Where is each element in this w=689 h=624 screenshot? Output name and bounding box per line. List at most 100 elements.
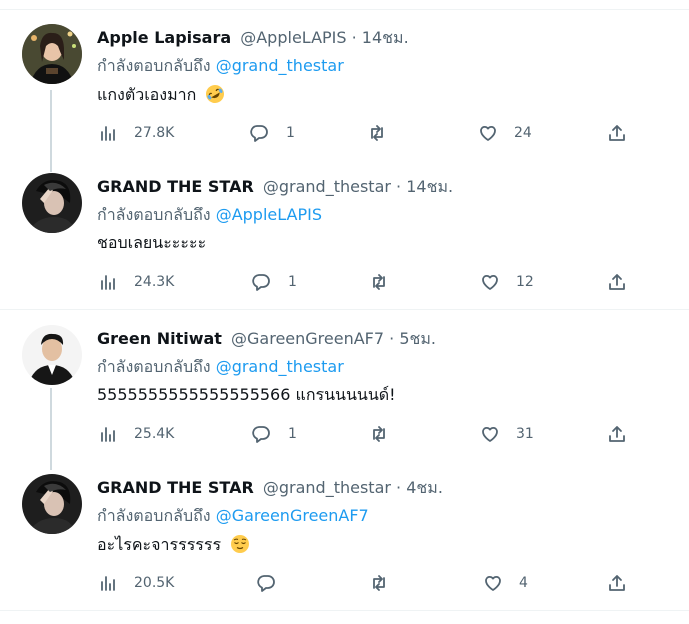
retweet-button[interactable] <box>369 422 403 446</box>
tweet-header: Green Nitiwat @GareenGreenAF7 · 5ชม. <box>97 329 436 349</box>
reply-count: 1 <box>286 125 295 141</box>
avatar-image-icon <box>22 173 82 233</box>
replying-to-label: กำลังตอบกลับถึง <box>97 56 211 75</box>
replying-to: กำลังตอบกลับถึง @GareenGreenAF7 <box>97 506 369 526</box>
views-button[interactable]: 25.4K <box>98 422 174 446</box>
retweet-button[interactable] <box>369 571 403 595</box>
avatar-image-icon <box>22 24 82 84</box>
share-icon <box>609 274 625 290</box>
header-separator: · <box>390 478 407 497</box>
tweet-text: อะไรคะจารรรรรร <box>97 534 250 555</box>
heart-icon <box>480 125 496 141</box>
reply-count: 1 <box>288 426 297 442</box>
heart-icon <box>482 426 498 442</box>
display-name[interactable]: Green Nitiwat <box>97 329 222 348</box>
share-button[interactable] <box>607 422 627 446</box>
display-name[interactable]: Apple Lapisara <box>97 28 231 47</box>
share-icon <box>609 426 625 442</box>
reply-button[interactable]: 1 <box>251 270 297 294</box>
retweet-button[interactable] <box>367 121 401 145</box>
heart-icon <box>482 274 498 290</box>
analytics-icon <box>101 275 115 290</box>
timestamp[interactable]: 4ชม. <box>406 478 443 497</box>
like-button[interactable]: 4 <box>483 571 528 595</box>
user-handle[interactable]: @grand_thestar <box>263 478 391 497</box>
tweet-body: 5555555555555555566 แกรนนนนนด์! <box>97 385 396 404</box>
analytics-icon <box>101 126 115 141</box>
tweet-body: แกงตัวเองมาก <box>97 85 197 104</box>
share-icon <box>609 575 625 591</box>
tweet-text: ชอบเลยนะะะะะ <box>97 233 206 253</box>
tweet-body: ชอบเลยนะะะะะ <box>97 233 207 252</box>
analytics-icon <box>101 576 115 591</box>
view-count: 24.3K <box>134 274 175 290</box>
avatar[interactable] <box>22 24 82 84</box>
retweet-button[interactable] <box>369 270 403 294</box>
views-button[interactable]: 20.5K <box>98 571 174 595</box>
replying-to: กำลังตอบกลับถึง @AppleLAPIS <box>97 205 322 225</box>
reply-button[interactable]: 1 <box>249 121 295 145</box>
display-name[interactable]: GRAND THE STAR <box>97 177 254 196</box>
reply-button[interactable]: 1 <box>251 422 297 446</box>
mention-link[interactable]: @AppleLAPIS <box>216 205 322 224</box>
user-handle[interactable]: @AppleLAPIS <box>240 28 346 47</box>
tweet-actions: 25.4K 1 31 <box>0 422 689 446</box>
header-separator: · <box>390 177 407 196</box>
like-button[interactable]: 12 <box>480 270 534 294</box>
tweet-text: 5555555555555555566 แกรนนนนนด์! <box>97 385 396 405</box>
tweet-header: GRAND THE STAR @grand_thestar · 4ชม. <box>97 478 443 498</box>
user-handle[interactable]: @grand_thestar <box>263 177 391 196</box>
reply-button[interactable] <box>256 571 290 595</box>
reply-icon <box>252 274 270 291</box>
share-button[interactable] <box>607 121 627 145</box>
avatar[interactable] <box>22 474 82 534</box>
thread-divider <box>0 610 689 611</box>
reply-icon <box>257 575 275 592</box>
analytics-icon <box>101 427 115 442</box>
like-button[interactable]: 31 <box>480 422 534 446</box>
views-button[interactable]: 24.3K <box>98 270 174 294</box>
reply-count: 1 <box>288 274 297 290</box>
like-count: 24 <box>514 125 532 141</box>
reply-icon <box>252 426 270 443</box>
relieved-face-emoji <box>231 535 250 553</box>
like-count: 12 <box>516 274 534 290</box>
like-count: 31 <box>516 426 534 442</box>
tweet-text: แกงตัวเองมาก <box>97 84 225 105</box>
thread-divider <box>0 309 689 310</box>
mention-link[interactable]: @grand_thestar <box>216 357 344 376</box>
header-separator: · <box>346 28 362 47</box>
reply-icon <box>250 125 268 142</box>
views-button[interactable]: 27.8K <box>98 121 174 145</box>
mention-link[interactable]: @GareenGreenAF7 <box>216 506 369 525</box>
avatar[interactable] <box>22 173 82 233</box>
header-separator: · <box>384 329 400 348</box>
rolling-on-floor-laughing-emoji <box>206 85 225 103</box>
avatar-image-icon <box>22 474 82 534</box>
view-count: 27.8K <box>134 125 175 141</box>
heart-icon <box>485 575 501 591</box>
replying-to-label: กำลังตอบกลับถึง <box>97 357 211 376</box>
like-count: 4 <box>519 575 528 591</box>
replying-to: กำลังตอบกลับถึง @grand_thestar <box>97 357 344 377</box>
retweet-icon <box>373 575 385 591</box>
tweet-header: Apple Lapisara @AppleLAPIS · 14ชม. <box>97 28 409 48</box>
timestamp[interactable]: 14ชม. <box>406 177 453 196</box>
view-count: 25.4K <box>134 426 175 442</box>
avatar-image-icon <box>22 325 82 385</box>
like-button[interactable]: 24 <box>478 121 532 145</box>
share-button[interactable] <box>607 270 627 294</box>
timestamp[interactable]: 14ชม. <box>362 28 409 47</box>
mention-link[interactable]: @grand_thestar <box>216 56 344 75</box>
replying-to-label: กำลังตอบกลับถึง <box>97 506 211 525</box>
share-button[interactable] <box>607 571 627 595</box>
timestamp[interactable]: 5ชม. <box>399 329 436 348</box>
tweet-header: GRAND THE STAR @grand_thestar · 14ชม. <box>97 177 453 197</box>
share-icon <box>609 125 625 141</box>
user-handle[interactable]: @GareenGreenAF7 <box>231 329 384 348</box>
avatar[interactable] <box>22 325 82 385</box>
display-name[interactable]: GRAND THE STAR <box>97 478 254 497</box>
replying-to-label: กำลังตอบกลับถึง <box>97 205 211 224</box>
tweet-body: อะไรคะจารรรรรร <box>97 535 222 554</box>
view-count: 20.5K <box>134 575 175 591</box>
